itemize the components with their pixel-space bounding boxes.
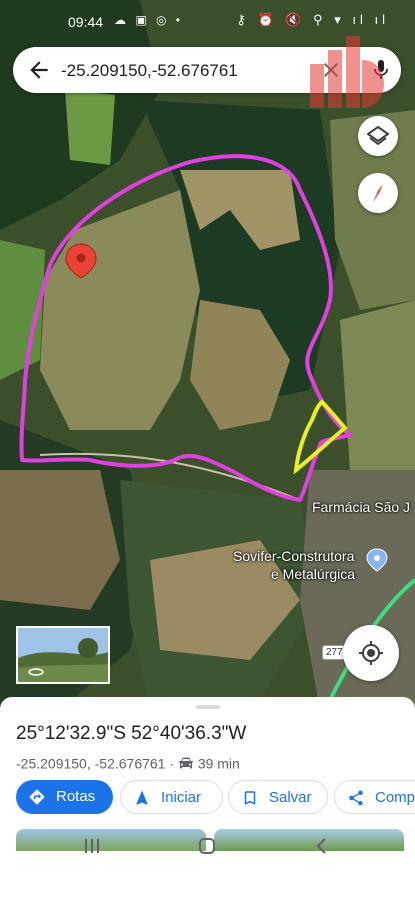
drag-handle[interactable] [196,705,220,709]
coordinates-decimal: -25.209150, -52.676761 [16,755,166,772]
status-time: 09:44 [68,14,104,30]
separator-dot: · [169,755,175,772]
directions-label: Rotas [56,788,96,805]
home-icon[interactable] [195,834,219,858]
layers-button[interactable] [358,116,398,156]
map-label-farmacia[interactable]: Farmácia São J [312,499,410,515]
recent-apps-icon[interactable] [80,834,104,858]
directions-button[interactable]: Rotas [16,780,113,814]
back-icon[interactable] [310,834,334,858]
coordinates-details: -25.209150, -52.676761 · 39 min [16,754,240,771]
drive-time: 39 min [197,755,240,772]
map-label-sovifer[interactable]: Sovifer-Construtora [233,548,354,564]
compass-icon [373,184,383,202]
save-button[interactable]: Salvar [228,780,328,814]
navigation-arrow-icon [136,790,148,805]
system-nav-bar [0,822,415,870]
start-button[interactable]: Iniciar [120,780,223,814]
status-bar: 09:44 ☁ ▣ ◎ • ⚷ ⏰ 🔇 ⚲ ▾ ıl ıl [0,0,415,34]
map-label-sovifer-line2[interactable]: e Metalúrgica [271,566,355,582]
street-view-thumbnail[interactable] [16,626,110,684]
share-button[interactable]: Comp [334,780,415,814]
system-icons: ⚷ ⏰ 🔇 ⚲ ▾ ıl ıl [236,12,389,27]
save-label: Salvar [269,789,312,806]
bookmark-icon [244,791,256,805]
start-label: Iniciar [161,789,202,806]
directions-icon [29,789,45,805]
compass-button[interactable] [358,173,398,213]
share-icon [349,790,363,806]
watermark-logo [310,36,384,108]
place-sheet[interactable]: 25°12'32.9"S 52°40'36.3"W -25.209150, -5… [0,697,415,899]
back-arrow-icon[interactable] [26,57,52,83]
crosshair-icon [359,641,383,665]
search-query[interactable]: -25.209150,-52.676761 [61,61,238,81]
layers-icon [367,126,389,145]
satellite-map[interactable]: 09:44 ☁ ▣ ◎ • ⚷ ⏰ 🔇 ⚲ ▾ ıl ıl -25.209150… [0,0,415,710]
notification-icons: ☁ ▣ ◎ • [114,13,184,27]
share-label: Comp [375,789,415,806]
coordinates-dms: 25°12'32.9"S 52°40'36.3"W [16,723,247,744]
my-location-button[interactable] [343,625,399,681]
car-icon [179,757,193,769]
